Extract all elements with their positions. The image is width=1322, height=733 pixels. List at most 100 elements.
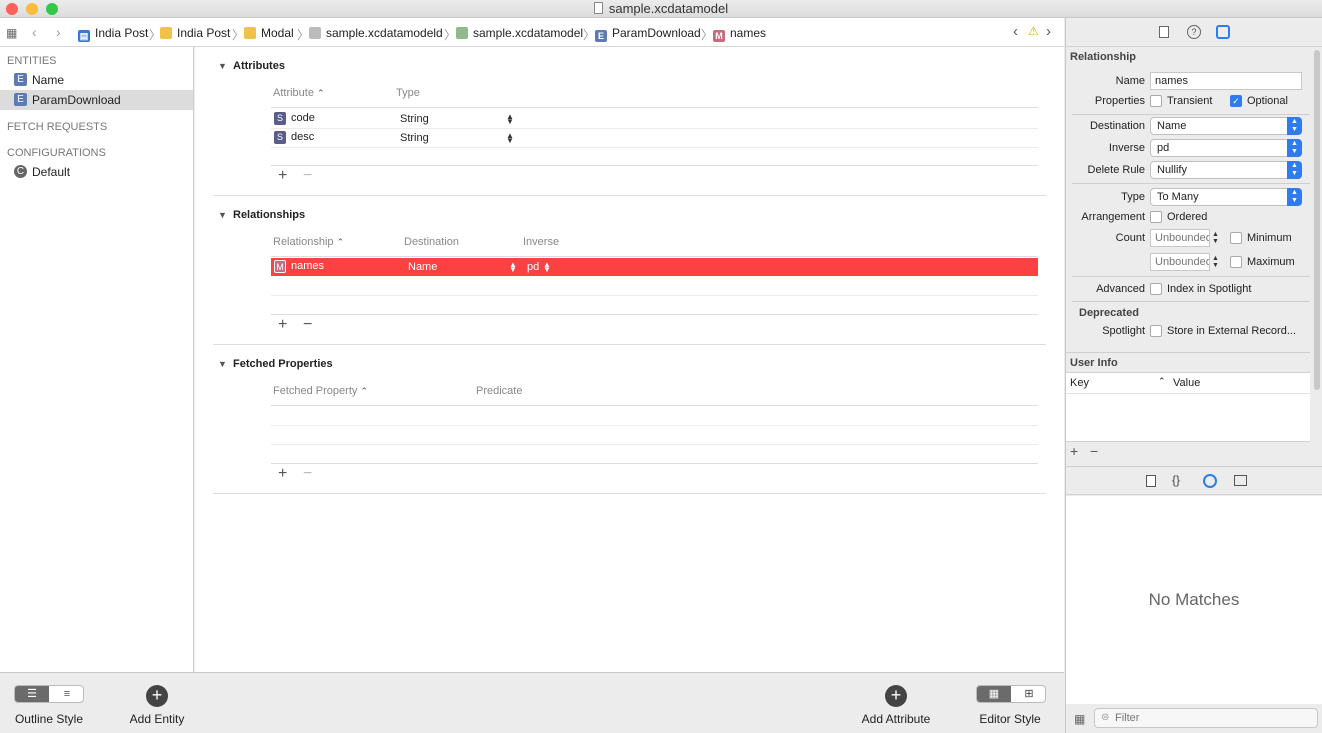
file-inspector-icon[interactable] <box>1159 26 1169 38</box>
add-user-info-plus-icon[interactable]: + <box>1070 443 1078 459</box>
maximum-checkbox[interactable] <box>1230 256 1242 268</box>
outline-style-control[interactable]: ☰ ≡ <box>14 685 84 703</box>
breadcrumb-model-bundle[interactable]: sample.xcdatamodeld <box>309 26 443 40</box>
graph-style-icon[interactable]: ⊞ <box>1012 686 1045 702</box>
string-type-icon: S <box>274 112 286 125</box>
media-library-icon[interactable] <box>1234 475 1247 486</box>
sidebar-item-default[interactable]: C Default <box>0 162 193 182</box>
breadcrumb-relationship[interactable]: Mnames <box>713 26 766 42</box>
popup-arrows-icon: ▲ ▼ <box>1287 188 1302 206</box>
relationship-column-header[interactable]: Relationship ⌃ <box>273 236 344 248</box>
warning-icon[interactable]: ⚠ <box>1028 24 1039 38</box>
fetch-requests-header[interactable]: FETCH REQUESTS <box>7 121 107 133</box>
sidebar-item-paramdownload[interactable]: E ParamDownload <box>0 90 193 110</box>
attribute-type[interactable]: String <box>400 132 429 144</box>
relationship-name[interactable]: names <box>291 260 324 272</box>
attribute-type[interactable]: String <box>400 113 429 125</box>
minimum-checkbox[interactable] <box>1230 232 1242 244</box>
quick-help-icon[interactable]: ? <box>1187 25 1201 39</box>
remove-user-info-minus-icon[interactable]: − <box>1090 443 1098 459</box>
popup-arrows-icon[interactable]: ▲ ▼ <box>506 113 514 126</box>
library-list: No Matches <box>1066 496 1322 704</box>
add-relationship-plus-icon[interactable]: + <box>278 316 287 334</box>
attribute-name[interactable]: desc <box>291 131 314 143</box>
maximum-label: Maximum <box>1247 256 1295 268</box>
forward-icon[interactable]: › <box>56 24 61 40</box>
breadcrumb-group[interactable]: India Post <box>160 26 230 40</box>
delete-rule-popup[interactable]: Nullify ▲ ▼ <box>1150 161 1302 179</box>
table-row-selected[interactable]: M names Name ▲ ▼ pd ▲ ▼ <box>271 258 1038 276</box>
breadcrumb-folder[interactable]: Modal <box>244 26 294 40</box>
add-entity-icon[interactable]: + <box>146 685 168 707</box>
maximum-count-stepper[interactable]: ▲ ▼ <box>1212 255 1219 269</box>
transient-checkbox[interactable] <box>1150 95 1162 107</box>
user-info-table[interactable]: Key ⌃ Value <box>1066 372 1310 442</box>
remove-relationship-minus-icon[interactable]: − <box>303 316 312 334</box>
attribute-name[interactable]: code <box>291 112 315 124</box>
table-row[interactable]: S desc String ▲ ▼ <box>271 128 1038 147</box>
fetched-property-column-header[interactable]: Fetched Property ⌃ <box>273 385 368 397</box>
disclosure-triangle-icon[interactable]: ▼ <box>218 210 227 220</box>
table-style-icon[interactable]: ▦ <box>977 686 1011 702</box>
disclosure-triangle-icon[interactable]: ▼ <box>218 359 227 369</box>
object-library-icon[interactable] <box>1203 474 1217 488</box>
outline-list-icon[interactable]: ☰ <box>15 686 49 702</box>
model-editor: ▼ Attributes Attribute ⌃ Type S code Str… <box>195 47 1064 672</box>
predicate-column-header[interactable]: Predicate <box>476 385 522 397</box>
inverse-column-header[interactable]: Inverse <box>523 236 559 248</box>
code-snippet-library-icon[interactable]: {} <box>1172 473 1180 487</box>
add-attribute-icon[interactable]: + <box>885 685 907 707</box>
index-spotlight-checkbox[interactable] <box>1150 283 1162 295</box>
destination-popup[interactable]: Name ▲ ▼ <box>1150 117 1302 135</box>
index-spotlight-label: Index in Spotlight <box>1167 283 1252 295</box>
key-column-header[interactable]: Key <box>1070 377 1089 389</box>
add-attribute-label[interactable]: Add Attribute <box>855 712 937 726</box>
disclosure-triangle-icon[interactable]: ▼ <box>218 61 227 71</box>
library-filter[interactable]: ⊜ <box>1094 708 1318 728</box>
sidebar-item-name[interactable]: E Name <box>0 70 193 90</box>
name-field[interactable]: names <box>1150 72 1302 90</box>
minimum-count-field[interactable] <box>1150 229 1210 247</box>
attribute-column-label: Attribute <box>273 87 314 99</box>
add-fetched-property-plus-icon[interactable]: + <box>278 465 287 483</box>
configurations-header[interactable]: CONFIGURATIONS <box>7 147 106 159</box>
add-attribute-plus-icon[interactable]: + <box>278 167 287 185</box>
back-icon[interactable]: ‹ <box>32 24 37 40</box>
minimum-count-stepper[interactable]: ▲ ▼ <box>1212 231 1219 245</box>
filter-input[interactable] <box>1115 711 1310 725</box>
optional-checkbox[interactable]: ✓ <box>1230 95 1242 107</box>
type-popup[interactable]: To Many ▲ ▼ <box>1150 188 1302 206</box>
next-issue-icon[interactable]: › <box>1046 23 1051 40</box>
title-bar: sample.xcdatamodel <box>0 0 1322 18</box>
inspector-scrollbar[interactable] <box>1314 50 1320 390</box>
data-model-inspector-icon[interactable] <box>1216 25 1230 39</box>
destination-column-header[interactable]: Destination <box>404 236 459 248</box>
maximum-count-field[interactable] <box>1150 253 1210 271</box>
breadcrumb-project[interactable]: ▤ India Post <box>78 26 148 42</box>
outline-hierarchy-icon[interactable]: ≡ <box>50 686 83 702</box>
add-entity-label[interactable]: Add Entity <box>120 712 194 726</box>
value-column-header[interactable]: Value <box>1173 377 1200 389</box>
breadcrumb-model[interactable]: sample.xcdatamodel <box>456 26 583 40</box>
sidebar-item-label: Name <box>32 73 65 87</box>
grid-view-icon[interactable]: ▦ <box>1074 712 1085 726</box>
table-row[interactable]: S code String ▲ ▼ <box>271 109 1038 128</box>
popup-arrows-icon[interactable]: ▲ ▼ <box>506 132 514 145</box>
previous-issue-icon[interactable]: ‹ <box>1013 23 1018 40</box>
editor-style-control[interactable]: ▦ ⊞ <box>976 685 1046 703</box>
file-template-library-icon[interactable] <box>1146 475 1156 487</box>
breadcrumb-entity[interactable]: E ParamDownload <box>595 26 701 42</box>
type-column-header[interactable]: Type <box>396 87 420 99</box>
popup-arrows-icon[interactable]: ▲ ▼ <box>543 261 551 274</box>
remove-attribute-minus-icon[interactable]: − <box>303 167 312 185</box>
relationship-column-label: Relationship <box>273 236 334 248</box>
relationship-inverse[interactable]: pd <box>527 261 539 273</box>
attribute-column-header[interactable]: Attribute ⌃ <box>273 87 325 99</box>
related-items-icon[interactable]: ▦ <box>6 26 19 40</box>
remove-fetched-property-minus-icon[interactable]: − <box>303 465 312 483</box>
inverse-popup[interactable]: pd ▲ ▼ <box>1150 139 1302 157</box>
relationship-destination[interactable]: Name <box>408 261 437 273</box>
popup-arrows-icon[interactable]: ▲ ▼ <box>509 261 517 274</box>
ordered-checkbox[interactable] <box>1150 211 1162 223</box>
store-external-checkbox[interactable] <box>1150 325 1162 337</box>
